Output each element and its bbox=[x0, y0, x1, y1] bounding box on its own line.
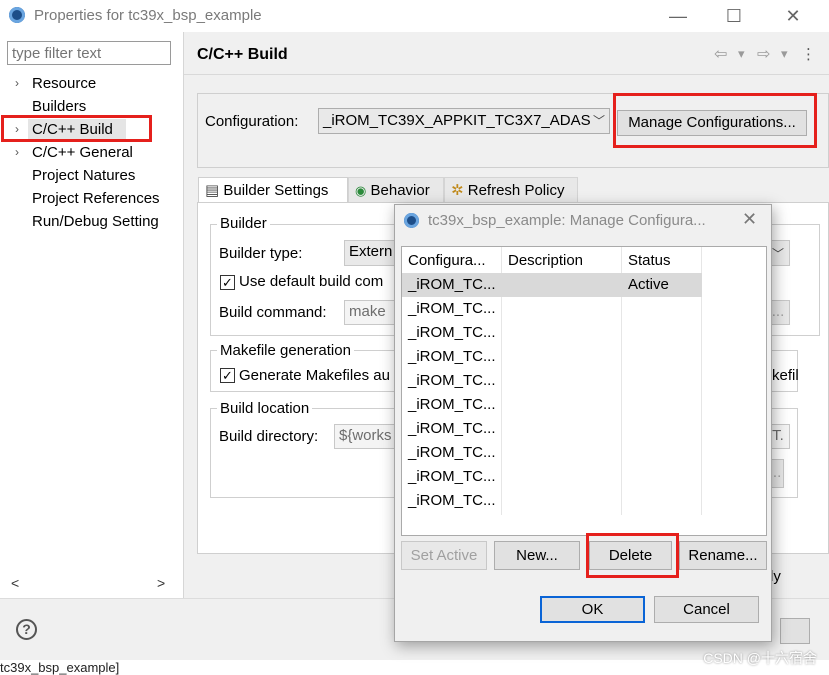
tree-item-project-natures[interactable]: Project Natures bbox=[32, 167, 135, 184]
tab-behavior[interactable]: ◉ Behavior bbox=[348, 177, 444, 203]
chevron-down-icon: ﹀ bbox=[592, 114, 605, 128]
forward-dropdown-icon[interactable]: ▾ bbox=[781, 46, 788, 62]
config-name-cell[interactable]: _iROM_TC... bbox=[408, 393, 498, 417]
config-name-cell[interactable]: _iROM_TC... bbox=[408, 369, 498, 393]
window-title: Properties for tc39x_bsp_example bbox=[34, 7, 262, 24]
tree-item-builders[interactable]: Builders bbox=[32, 98, 86, 115]
tab-label: Builder Settings bbox=[223, 182, 329, 199]
config-name-cell[interactable]: _iROM_TC... bbox=[408, 489, 498, 513]
tab-refresh-policy[interactable]: ✲ Refresh Policy bbox=[444, 177, 578, 203]
tree-item-cpp-general[interactable]: C/C++ General bbox=[32, 144, 133, 161]
rename-button[interactable]: Rename... bbox=[679, 541, 767, 570]
tab-label: Behavior bbox=[370, 182, 430, 199]
dialog-title: tc39x_bsp_example: Manage Configura... bbox=[428, 212, 706, 229]
filter-input[interactable] bbox=[7, 41, 171, 65]
new-button[interactable]: New... bbox=[494, 541, 580, 570]
config-name-cell[interactable]: _iROM_TC... bbox=[408, 417, 498, 441]
highlight-box-cpp-build bbox=[1, 115, 152, 142]
maximize-button[interactable]: ☐ bbox=[719, 4, 749, 28]
refresh-policy-icon: ✲ bbox=[451, 182, 464, 199]
makefile-group-title: Makefile generation bbox=[217, 342, 354, 359]
back-dropdown-icon[interactable]: ▾ bbox=[738, 46, 745, 62]
config-name-cell[interactable]: _iROM_TC... bbox=[408, 297, 498, 321]
column-header-configuration[interactable]: Configura... bbox=[408, 250, 486, 272]
builder-group-title: Builder bbox=[217, 215, 270, 232]
makefile-right-text: kefil bbox=[772, 367, 799, 384]
ok-button[interactable]: OK bbox=[540, 596, 645, 623]
build-command-label: Build command: bbox=[219, 304, 327, 321]
minimize-button[interactable]: — bbox=[663, 4, 693, 28]
tab-label: Refresh Policy bbox=[467, 182, 565, 199]
behavior-icon: ◉ bbox=[355, 183, 367, 198]
eclipse-app-icon bbox=[9, 7, 25, 23]
expand-arrow-icon[interactable]: › bbox=[15, 76, 19, 90]
highlight-box-manage bbox=[613, 93, 817, 148]
builder-type-label: Builder type: bbox=[219, 245, 303, 262]
configuration-label: Configuration: bbox=[205, 113, 299, 130]
page-title: C/C++ Build bbox=[197, 46, 288, 63]
column-header-status[interactable]: Status bbox=[628, 250, 671, 272]
use-default-build-label: Use default build com bbox=[239, 273, 384, 290]
forward-arrow-icon[interactable]: ⇨ bbox=[757, 44, 770, 64]
watermark: CSDN @十六宿舍 bbox=[703, 650, 817, 666]
eclipse-app-icon bbox=[404, 213, 419, 228]
config-name-cell[interactable]: _iROM_TC... bbox=[408, 441, 498, 465]
generate-makefiles-label: Generate Makefiles au bbox=[239, 367, 390, 384]
separator bbox=[184, 74, 829, 75]
back-arrow-icon[interactable]: ⇦ bbox=[714, 44, 727, 64]
view-menu-icon[interactable]: ⋮ bbox=[801, 45, 816, 63]
scroll-right-icon[interactable]: > bbox=[157, 575, 165, 591]
set-active-button[interactable]: Set Active bbox=[401, 541, 487, 570]
tree-horizontal-scrollbar[interactable]: < > bbox=[7, 574, 173, 594]
use-default-build-checkbox[interactable]: ✓ bbox=[220, 275, 235, 290]
config-name-cell[interactable]: _iROM_TC... bbox=[408, 321, 498, 345]
configuration-value: _iROM_TC39X_APPKIT_TC3X7_ADAS bbox=[323, 112, 591, 129]
generate-makefiles-checkbox[interactable]: ✓ bbox=[220, 368, 235, 383]
config-name-cell[interactable]: _iROM_TC... bbox=[408, 345, 498, 369]
close-window-button[interactable]: ✕ bbox=[778, 4, 808, 28]
column-header-description[interactable]: Description bbox=[508, 250, 583, 272]
apply-and-close-button-fragment[interactable] bbox=[780, 618, 810, 644]
build-location-group-title: Build location bbox=[217, 400, 313, 417]
tree-item-run-debug-setting[interactable]: Run/Debug Setting bbox=[32, 213, 159, 230]
config-name-cell: _iROM_TC... bbox=[408, 276, 496, 293]
builder-settings-icon: ▤ bbox=[205, 182, 220, 199]
highlight-box-delete bbox=[586, 533, 679, 578]
tree-item-resource[interactable]: Resource bbox=[32, 75, 96, 92]
tab-builder-settings[interactable]: ▤ Builder Settings bbox=[198, 177, 348, 203]
config-status-cell: Active bbox=[628, 276, 669, 293]
tree-item-project-references[interactable]: Project References bbox=[32, 190, 160, 207]
configuration-select[interactable]: _iROM_TC39X_APPKIT_TC3X7_ADAS ﹀ bbox=[318, 108, 610, 134]
scroll-left-icon[interactable]: < bbox=[11, 575, 19, 591]
cancel-button[interactable]: Cancel bbox=[654, 596, 759, 623]
config-name-cell[interactable]: _iROM_TC... bbox=[408, 465, 498, 489]
help-icon[interactable]: ? bbox=[16, 619, 37, 640]
close-icon[interactable]: ✕ bbox=[742, 209, 757, 230]
build-directory-label: Build directory: bbox=[219, 428, 319, 445]
expand-arrow-icon[interactable]: › bbox=[15, 145, 19, 159]
